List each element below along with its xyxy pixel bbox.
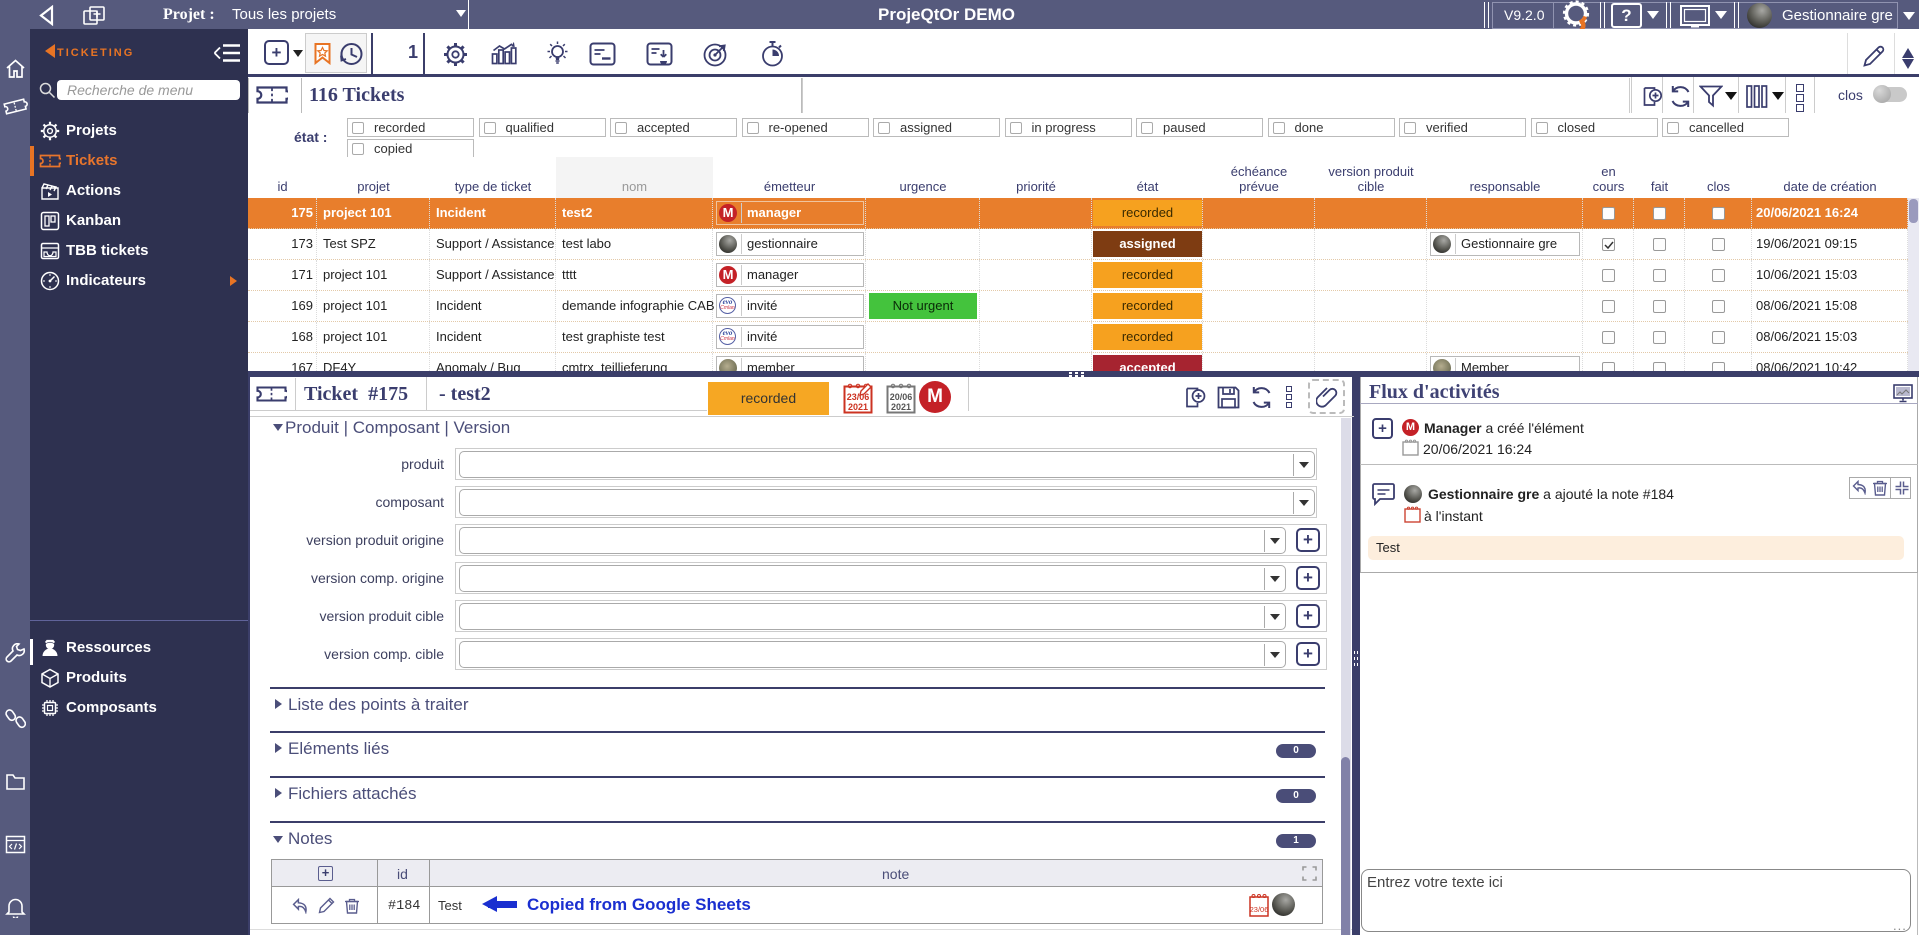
svg-text:20/06: 20/06 [890, 392, 913, 402]
svg-text:2021: 2021 [848, 402, 868, 412]
svg-text:2021: 2021 [891, 402, 911, 412]
svg-text:23/06: 23/06 [1250, 905, 1269, 914]
svg-text:23/06: 23/06 [847, 392, 870, 402]
